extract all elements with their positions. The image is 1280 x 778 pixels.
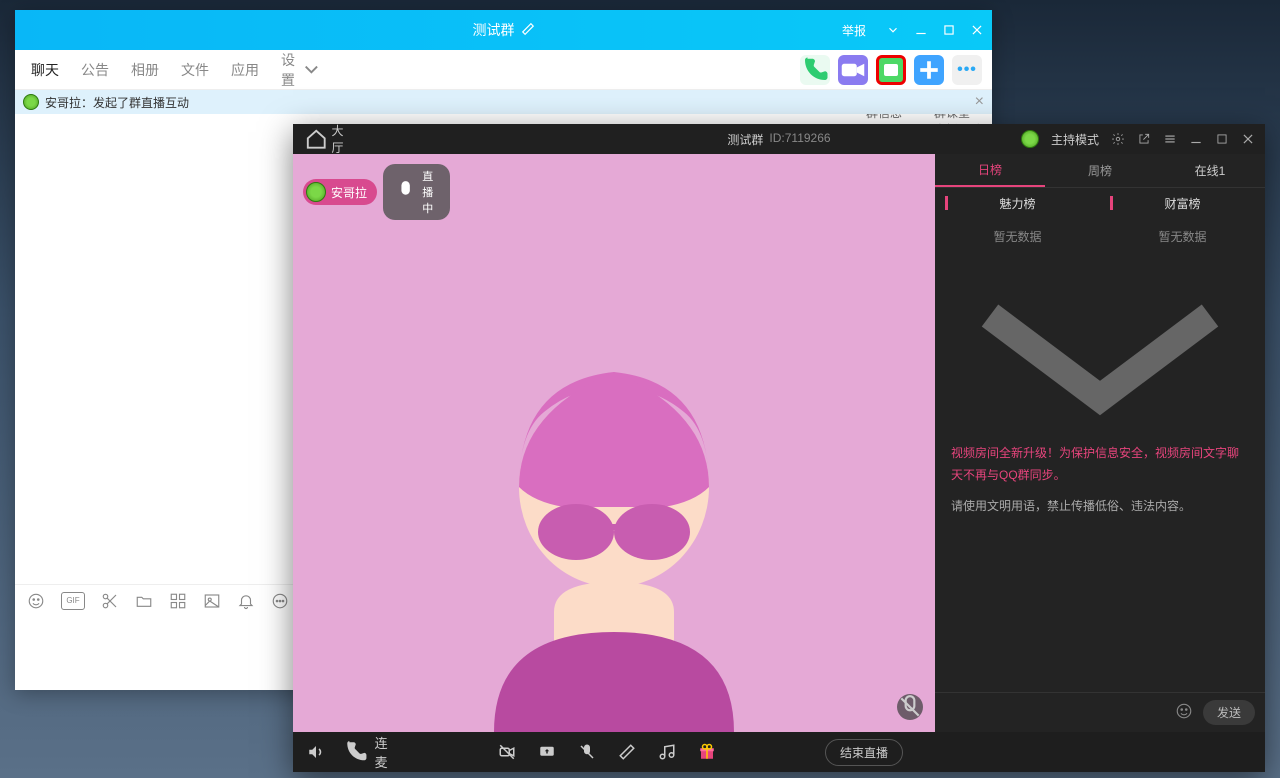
live-bottom-bar: 连麦 结束直播: [293, 732, 1265, 772]
tab-apps[interactable]: 应用: [231, 60, 259, 80]
close-icon[interactable]: [1241, 132, 1255, 146]
notif-sep: ：: [81, 94, 93, 111]
msg-warning: 视频房间全新升级！为保护信息安全，视频房间文字聊天不再与QQ群同步。: [951, 443, 1249, 486]
maximize-icon[interactable]: [1215, 132, 1229, 146]
streamer-name: 安哥拉: [331, 184, 367, 201]
report-link[interactable]: 举报: [842, 22, 866, 39]
popout-icon[interactable]: [1137, 132, 1151, 146]
live-status-chip: 直播中: [383, 164, 450, 220]
collapse-icon[interactable]: [935, 255, 1265, 431]
gif-icon[interactable]: GIF: [61, 592, 85, 610]
host-mode-label: 主持模式: [1051, 131, 1099, 148]
minimize-icon[interactable]: [914, 23, 928, 37]
lb-center: [407, 743, 807, 761]
chat-title-text: 测试群: [473, 20, 515, 40]
tab-files[interactable]: 文件: [181, 60, 209, 80]
notif-user: 安哥拉: [45, 94, 81, 111]
chat-tabs: 聊天 公告 相册 文件 应用 设置 •••: [15, 50, 992, 90]
rank-tabs: 日榜 周榜 在线1: [935, 154, 1265, 188]
chat-input[interactable]: [945, 705, 1165, 720]
avatar-illustration: [404, 312, 824, 732]
edit-icon[interactable]: [618, 743, 636, 761]
speaker-icon[interactable]: [307, 743, 325, 761]
notif-text: 发起了群直播互动: [93, 94, 189, 111]
tab-album[interactable]: 相册: [131, 60, 159, 80]
hall-button[interactable]: 大厅: [305, 122, 345, 156]
music-icon[interactable]: [658, 743, 676, 761]
hall-label: 大厅: [332, 122, 346, 156]
emoji-icon[interactable]: [1175, 702, 1193, 723]
msg-notice: 请使用文明用语，禁止传播低俗、违法内容。: [951, 496, 1249, 518]
connect-mic-label: 连麦: [375, 733, 389, 771]
video-call-button[interactable]: [838, 55, 868, 85]
msg-area: 视频房间全新升级！为保护信息安全，视频房间文字聊天不再与QQ群同步。 请使用文明…: [935, 431, 1265, 530]
close-icon[interactable]: [970, 23, 984, 37]
gift-icon[interactable]: [698, 743, 716, 761]
maximize-icon[interactable]: [942, 23, 956, 37]
lb-left: 连麦: [307, 733, 389, 771]
sub-rank-wealth[interactable]: 财富榜: [1100, 188, 1265, 218]
nodata-wealth: 暂无数据: [1100, 218, 1265, 255]
chat-titlebar-controls: 举报: [842, 22, 984, 39]
mic-toggle-icon[interactable]: [578, 743, 596, 761]
tab-chat[interactable]: 聊天: [31, 60, 59, 80]
streamer-avatar-icon: [306, 182, 326, 202]
menu-icon[interactable]: [1163, 132, 1177, 146]
video-area: 安哥拉 直播中: [293, 154, 935, 732]
live-header-right: 主持模式: [1021, 130, 1255, 148]
rank-tab-daily[interactable]: 日榜: [935, 154, 1045, 187]
folder-icon[interactable]: [135, 592, 153, 610]
chat-actions: •••: [800, 55, 982, 85]
tab-settings[interactable]: 设置: [281, 50, 323, 90]
frog-avatar-icon: [23, 94, 39, 110]
more-button[interactable]: •••: [952, 55, 982, 85]
live-id: ID:7119266: [769, 131, 830, 148]
side-input-bar: 发送: [935, 692, 1265, 732]
chat-title: 测试群: [473, 20, 535, 40]
image-icon[interactable]: [203, 592, 221, 610]
nodata-row: 暂无数据 暂无数据: [935, 218, 1265, 255]
sub-rank: 魅力榜 财富榜: [935, 188, 1265, 218]
send-button[interactable]: 发送: [1203, 700, 1255, 725]
screen-share-icon[interactable]: [538, 743, 556, 761]
live-title: 测试群 ID:7119266: [727, 131, 830, 148]
sub-rank-charm[interactable]: 魅力榜: [935, 188, 1100, 218]
call-button[interactable]: [800, 55, 830, 85]
connect-mic-button[interactable]: 连麦: [343, 733, 389, 771]
settings-icon[interactable]: [1111, 132, 1125, 146]
side-panel: 日榜 周榜 在线1 魅力榜 财富榜 暂无数据 暂无数据 视频房间全新升级！为保护…: [935, 154, 1265, 732]
edit-icon[interactable]: [521, 22, 535, 39]
tab-settings-label: 设置: [281, 50, 296, 90]
live-header: 大厅 测试群 ID:7119266 主持模式: [293, 124, 1265, 154]
chat-titlebar: 测试群 举报: [15, 10, 992, 50]
live-title-text: 测试群: [727, 131, 763, 148]
mic-off-icon[interactable]: [897, 694, 923, 720]
end-live-button[interactable]: 结束直播: [825, 739, 903, 766]
more-icon[interactable]: [271, 592, 289, 610]
camera-off-icon[interactable]: [498, 743, 516, 761]
scissors-icon[interactable]: [101, 592, 119, 610]
add-button[interactable]: [914, 55, 944, 85]
live-status-text: 直播中: [422, 168, 440, 216]
chat-notification: 安哥拉 ： 发起了群直播互动 ×: [15, 90, 992, 114]
live-button[interactable]: [876, 55, 906, 85]
live-window: 大厅 测试群 ID:7119266 主持模式 安哥拉: [293, 124, 1265, 772]
live-body: 安哥拉 直播中 日榜: [293, 154, 1265, 732]
bell-icon[interactable]: [237, 592, 255, 610]
streamer-tag: 安哥拉 直播中: [303, 164, 450, 220]
chevron-down-icon[interactable]: [886, 23, 900, 37]
rank-tab-online[interactable]: 在线1: [1155, 154, 1265, 187]
host-avatar-icon: [1021, 130, 1039, 148]
tab-announce[interactable]: 公告: [81, 60, 109, 80]
app-icon[interactable]: [169, 592, 187, 610]
minimize-icon[interactable]: [1189, 132, 1203, 146]
emoji-icon[interactable]: [27, 592, 45, 610]
notif-close-icon[interactable]: ×: [975, 93, 984, 111]
nodata-charm: 暂无数据: [935, 218, 1100, 255]
streamer-chip[interactable]: 安哥拉: [303, 179, 377, 205]
rank-tab-weekly[interactable]: 周榜: [1045, 154, 1155, 187]
